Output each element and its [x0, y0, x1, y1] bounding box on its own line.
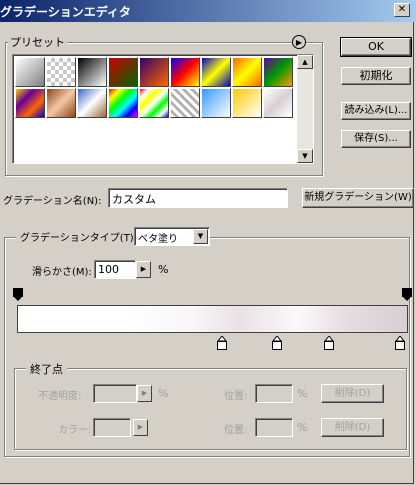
opacity-input[interactable] — [93, 384, 137, 403]
preset-swatch-chrome[interactable] — [77, 88, 107, 118]
stop-marker-icon — [13, 288, 23, 301]
preset-swatch-blue-red-yellow[interactable] — [170, 57, 200, 87]
opacity-delete-button[interactable]: 削除(D) — [321, 384, 384, 403]
opacity-unit: % — [158, 387, 169, 400]
opacity-location-unit: % — [297, 387, 308, 400]
gradient-type-value: ベタ塗り — [138, 234, 178, 245]
preset-scrollbar[interactable]: ▲ ▼ — [297, 55, 313, 163]
color-stop-4[interactable] — [394, 335, 406, 350]
color-stop-1[interactable] — [216, 335, 228, 350]
stop-marker-icon — [402, 288, 412, 301]
gradient-type-label: グラデーションタイプ(T): — [16, 229, 142, 244]
opacity-location-input[interactable] — [255, 384, 293, 403]
close-icon: ✕ — [397, 4, 407, 15]
play-icon: ▶ — [137, 423, 144, 431]
close-button[interactable]: ✕ — [394, 3, 410, 17]
gradient-preview-bar[interactable] — [17, 305, 408, 333]
stop-marker-icon — [271, 335, 283, 350]
title-bar[interactable]: グラデーションエディタ ✕ — [0, 0, 416, 22]
preset-swatch-violet-green-orange[interactable] — [263, 57, 293, 87]
preset-swatch-orange-yellow-orange[interactable] — [232, 57, 262, 87]
color-swatch[interactable] — [93, 418, 131, 437]
scroll-down-button[interactable]: ▼ — [297, 149, 313, 163]
smoothness-label: 滑らかさ(M): — [32, 267, 92, 278]
preset-list[interactable]: ▲ ▼ — [12, 54, 314, 164]
preset-swatch-grid — [15, 57, 295, 161]
preset-swatch-yellow-violet-orange-blue[interactable] — [15, 88, 45, 118]
preset-swatch-foreground-to-transparent[interactable] — [46, 57, 76, 87]
arrow-down-icon: ▼ — [302, 152, 308, 160]
presets-label: プリセット — [8, 34, 67, 50]
smoothness-unit: % — [158, 263, 169, 276]
color-location-input[interactable] — [255, 418, 293, 437]
smoothness-slider-button[interactable]: ▶ — [136, 261, 151, 278]
preset-swatch-black-white[interactable] — [77, 57, 107, 87]
stops-group — [14, 368, 407, 450]
preset-swatch-spectrum[interactable] — [108, 88, 138, 118]
opacity-slider-button[interactable]: ▶ — [137, 385, 152, 402]
preset-swatch-transparent-rainbow[interactable] — [139, 88, 169, 118]
window-title: グラデーションエディタ — [0, 5, 131, 19]
smoothness-input[interactable]: 100 — [94, 260, 136, 279]
stop-marker-icon — [323, 335, 335, 350]
stop-marker-icon — [216, 335, 228, 350]
preset-swatch-transparent-stripes[interactable] — [170, 88, 200, 118]
reset-button[interactable]: 初期化 — [341, 67, 411, 85]
opacity-label: 不透明度: — [38, 391, 82, 402]
gradient-type-select[interactable]: ベタ塗り ▼ — [134, 227, 210, 246]
play-icon: ▶ — [295, 38, 303, 47]
preset-swatch-copper[interactable] — [46, 88, 76, 118]
color-menu-button[interactable]: ▶ — [133, 419, 148, 436]
preset-swatch-foreground-to-background[interactable] — [15, 57, 45, 87]
gradient-name-input[interactable]: カスタム — [108, 188, 288, 208]
opacity-stop-right[interactable] — [402, 288, 412, 302]
color-stop-2[interactable] — [271, 335, 283, 350]
gradient-name-label: グラデーション名(N): — [3, 196, 102, 207]
preset-swatch-blue-white[interactable] — [201, 88, 231, 118]
color-location-unit: % — [297, 421, 308, 434]
opacity-location-label: 位置: — [224, 391, 248, 402]
ok-button[interactable]: OK — [340, 37, 412, 57]
preset-swatch-yellow-white[interactable] — [232, 88, 262, 118]
preset-swatch-red-green[interactable] — [108, 57, 138, 87]
color-delete-button[interactable]: 削除(D) — [321, 418, 384, 437]
stop-marker-icon — [394, 335, 406, 350]
opacity-stop-left[interactable] — [13, 288, 23, 302]
arrow-up-icon: ▲ — [302, 58, 308, 66]
dropdown-button[interactable]: ▼ — [193, 229, 208, 244]
preset-swatch-blue-yellow-blue[interactable] — [201, 57, 231, 87]
color-stop-3[interactable] — [323, 335, 335, 350]
new-gradient-button[interactable]: 新規グラデーション(W) — [302, 188, 414, 208]
save-button[interactable]: 保存(S)... — [341, 130, 411, 148]
play-icon: ▶ — [140, 265, 147, 273]
presets-menu-button[interactable]: ▶ — [292, 35, 306, 49]
color-label: カラー: — [58, 425, 92, 436]
load-button[interactable]: 読み込み(L)... — [341, 102, 411, 120]
scroll-up-button[interactable]: ▲ — [297, 55, 313, 69]
stops-group-label: 終了点 — [26, 361, 67, 377]
play-icon: ▶ — [141, 389, 148, 397]
preset-swatch-custom[interactable] — [263, 88, 293, 118]
preset-swatch-violet-orange[interactable] — [139, 57, 169, 87]
color-location-label: 位置: — [224, 425, 248, 436]
chevron-down-icon: ▼ — [197, 232, 204, 240]
